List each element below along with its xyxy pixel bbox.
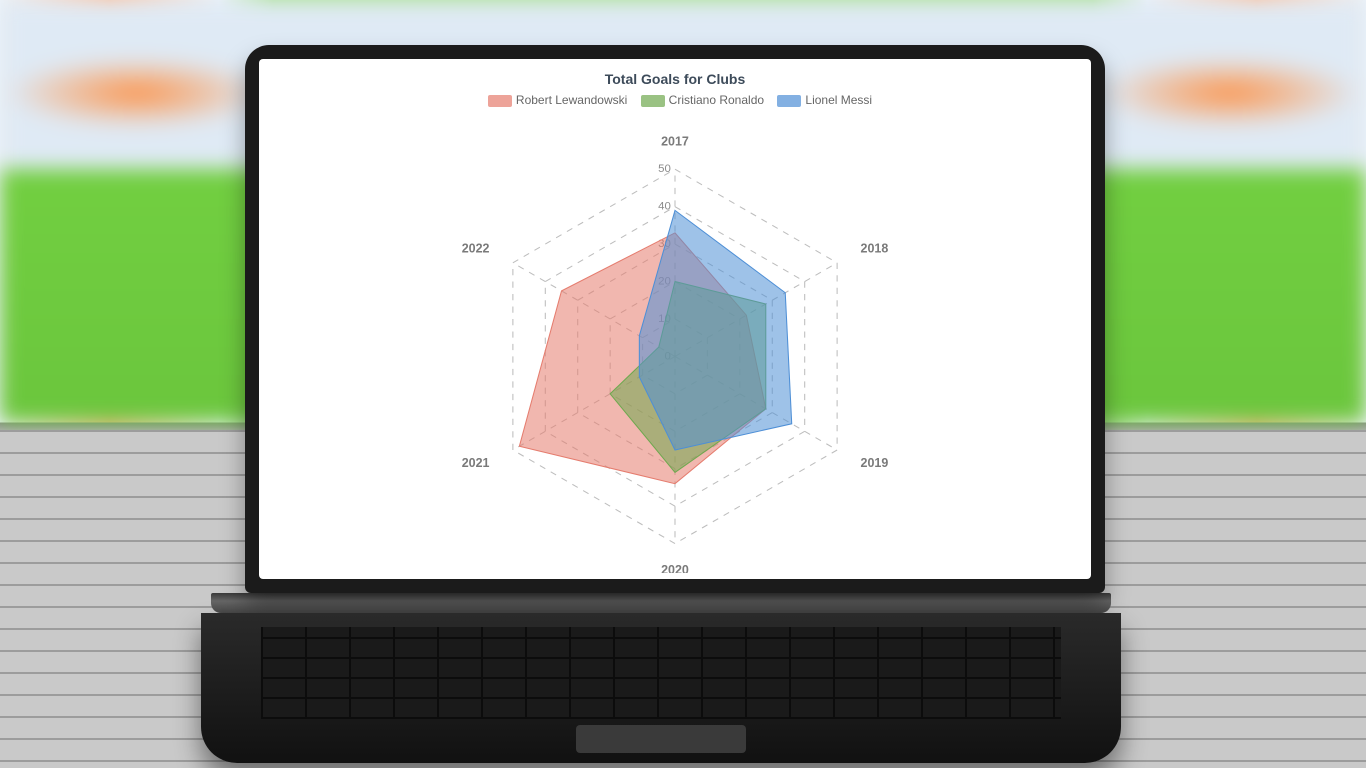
svg-text:2018: 2018 [861, 242, 889, 256]
svg-text:2020: 2020 [661, 563, 689, 573]
radar-svg: 01020304050201720182019202020212022 [259, 119, 1091, 573]
svg-text:40: 40 [658, 201, 671, 213]
keyboard-keys [261, 627, 1061, 719]
legend-label-messi: Lionel Messi [805, 93, 872, 107]
legend-swatch-lewandowski [488, 95, 512, 107]
laptop-screen: Total Goals for Clubs Robert Lewandowski… [259, 59, 1091, 579]
laptop-hinge [211, 593, 1111, 613]
svg-text:2021: 2021 [462, 456, 490, 470]
laptop-keyboard [201, 613, 1121, 763]
svg-text:2017: 2017 [661, 134, 689, 148]
chart-title: Total Goals for Clubs [259, 71, 1091, 87]
svg-text:2019: 2019 [861, 456, 889, 470]
laptop: Total Goals for Clubs Robert Lewandowski… [245, 45, 1121, 763]
radar-chart: 01020304050201720182019202020212022 [259, 119, 1091, 573]
svg-text:50: 50 [658, 163, 671, 175]
legend-swatch-ronaldo [641, 95, 665, 107]
laptop-bezel: Total Goals for Clubs Robert Lewandowski… [245, 45, 1105, 593]
legend-swatch-messi [777, 95, 801, 107]
trackpad [576, 725, 746, 753]
legend-label-lewandowski: Robert Lewandowski [516, 93, 627, 107]
svg-text:2022: 2022 [462, 242, 490, 256]
legend-label-ronaldo: Cristiano Ronaldo [669, 93, 764, 107]
chart-legend: Robert Lewandowski Cristiano Ronaldo Lio… [259, 93, 1091, 107]
scene-background: Total Goals for Clubs Robert Lewandowski… [0, 0, 1366, 768]
